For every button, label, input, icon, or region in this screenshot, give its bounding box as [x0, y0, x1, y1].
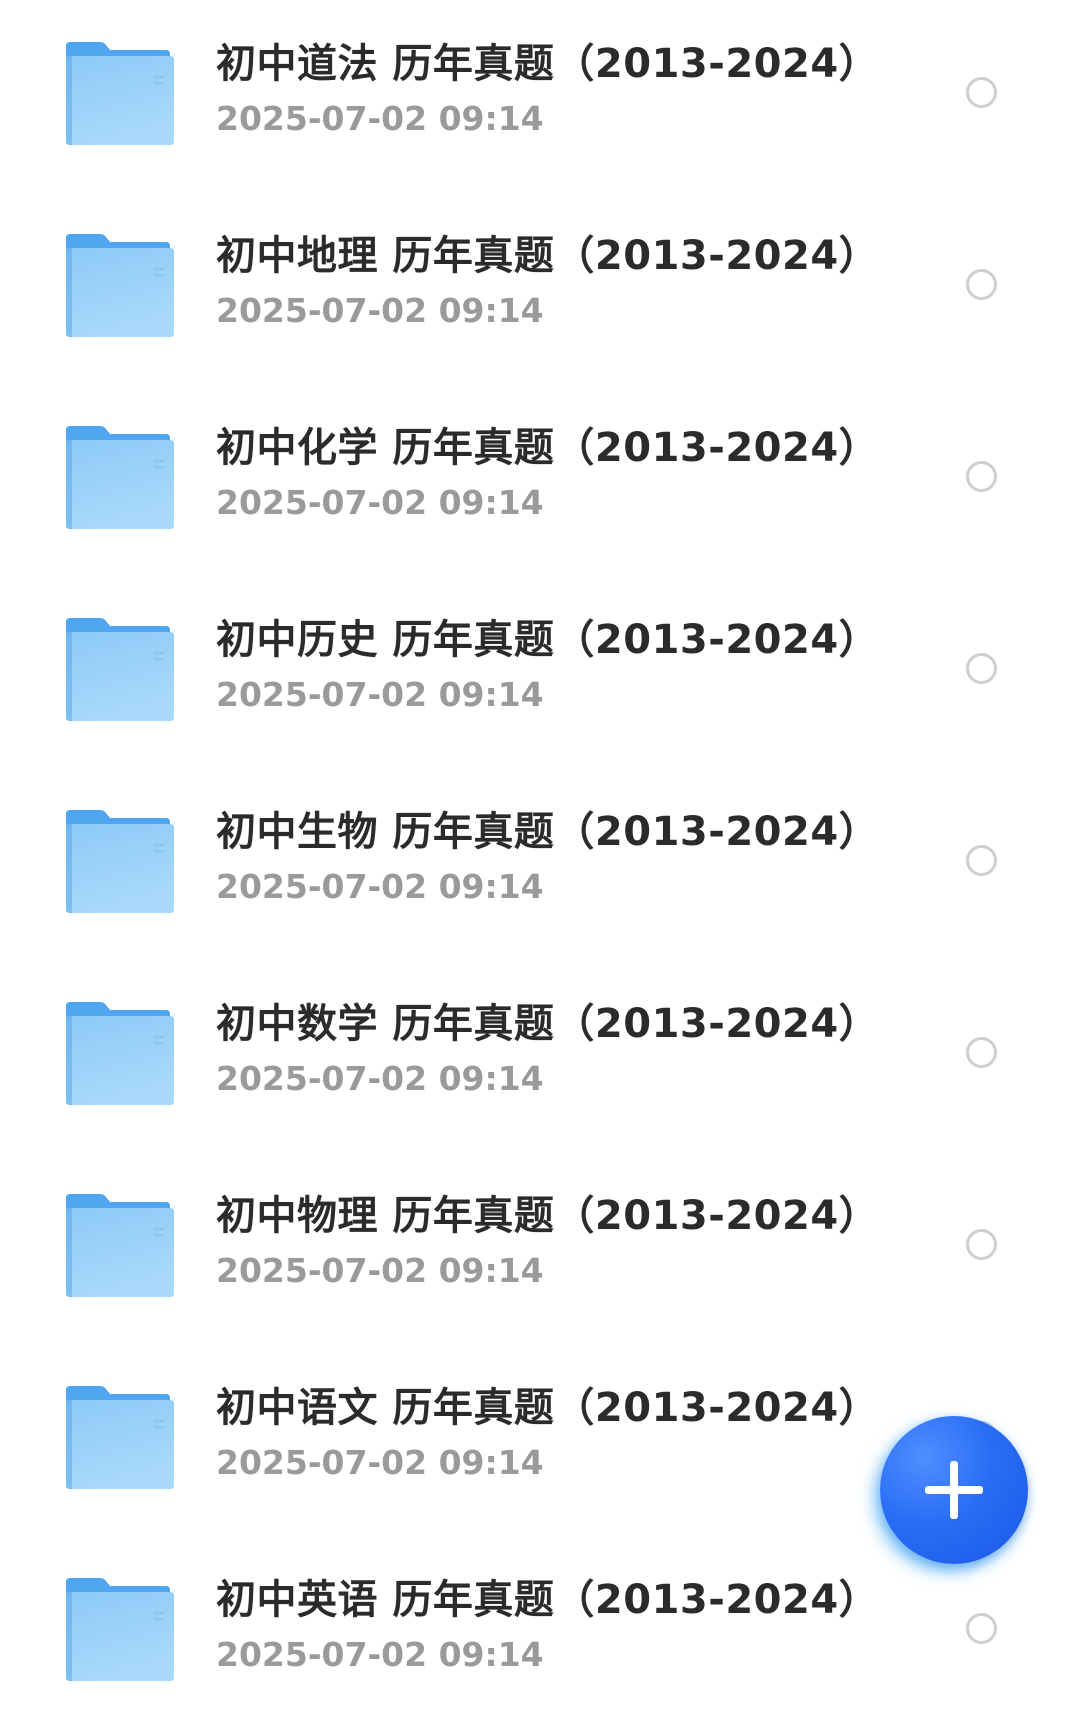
folder-icon: [66, 1386, 174, 1489]
file-list-item[interactable]: 初中物理 历年真题（2013-2024） 2025-07-02 09:14: [0, 1152, 1079, 1344]
file-name: 初中道法 历年真题（2013-2024）: [216, 41, 880, 87]
plus-icon: [925, 1461, 983, 1519]
folder-icon: [66, 618, 174, 721]
file-modified-time: 2025-07-02 09:14: [216, 291, 544, 330]
file-modified-time: 2025-07-02 09:14: [216, 1251, 544, 1290]
file-list-item[interactable]: 初中道法 历年真题（2013-2024） 2025-07-02 09:14: [0, 0, 1079, 192]
file-name: 初中英语 历年真题（2013-2024）: [216, 1577, 880, 1623]
select-radio[interactable]: [966, 269, 997, 300]
file-list-item[interactable]: 初中生物 历年真题（2013-2024） 2025-07-02 09:14: [0, 768, 1079, 960]
file-list-item[interactable]: 初中数学 历年真题（2013-2024） 2025-07-02 09:14: [0, 960, 1079, 1152]
folder-icon: [66, 426, 174, 529]
select-radio[interactable]: [966, 77, 997, 108]
folder-icon: [66, 1578, 174, 1681]
file-modified-time: 2025-07-02 09:14: [216, 1635, 544, 1674]
file-name: 初中语文 历年真题（2013-2024）: [216, 1385, 880, 1431]
select-radio[interactable]: [966, 1229, 997, 1260]
file-modified-time: 2025-07-02 09:14: [216, 867, 544, 906]
file-list-item[interactable]: 初中英语 历年真题（2013-2024） 2025-07-02 09:14: [0, 1536, 1079, 1728]
select-radio[interactable]: [966, 653, 997, 684]
folder-icon: [66, 1194, 174, 1297]
file-modified-time: 2025-07-02 09:14: [216, 483, 544, 522]
file-list-item[interactable]: 初中化学 历年真题（2013-2024） 2025-07-02 09:14: [0, 384, 1079, 576]
file-modified-time: 2025-07-02 09:14: [216, 1443, 544, 1482]
file-name: 初中历史 历年真题（2013-2024）: [216, 617, 880, 663]
file-modified-time: 2025-07-02 09:14: [216, 675, 544, 714]
file-name: 初中化学 历年真题（2013-2024）: [216, 425, 880, 471]
select-radio[interactable]: [966, 1037, 997, 1068]
file-modified-time: 2025-07-02 09:14: [216, 99, 544, 138]
file-name: 初中地理 历年真题（2013-2024）: [216, 233, 880, 279]
file-list-item[interactable]: 初中地理 历年真题（2013-2024） 2025-07-02 09:14: [0, 192, 1079, 384]
file-name: 初中数学 历年真题（2013-2024）: [216, 1001, 880, 1047]
folder-icon: [66, 234, 174, 337]
file-modified-time: 2025-07-02 09:14: [216, 1059, 544, 1098]
file-name: 初中物理 历年真题（2013-2024）: [216, 1193, 880, 1239]
add-button[interactable]: [880, 1416, 1028, 1564]
select-radio[interactable]: [966, 461, 997, 492]
select-radio[interactable]: [966, 845, 997, 876]
folder-icon: [66, 810, 174, 913]
folder-icon: [66, 42, 174, 145]
select-radio[interactable]: [966, 1613, 997, 1644]
file-name: 初中生物 历年真题（2013-2024）: [216, 809, 880, 855]
file-list-item[interactable]: 初中历史 历年真题（2013-2024） 2025-07-02 09:14: [0, 576, 1079, 768]
folder-icon: [66, 1002, 174, 1105]
